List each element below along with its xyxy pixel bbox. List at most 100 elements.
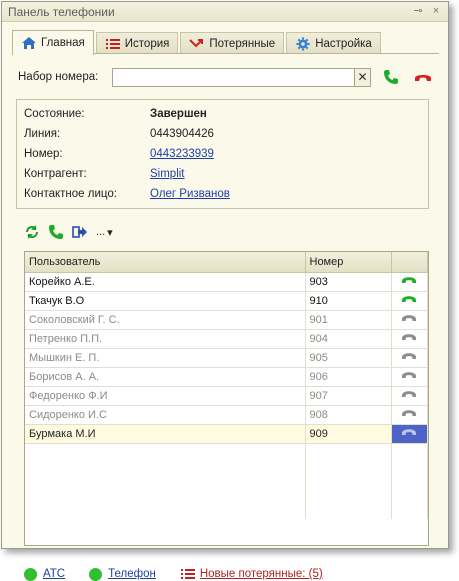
table-row[interactable]: Мышкин Е. П. 905 [25,348,428,368]
phone-status-indicator [89,567,103,581]
call-status-cell[interactable] [391,291,428,311]
ats-link[interactable]: АТС [43,568,65,580]
call-status-cell[interactable] [391,386,428,406]
number-cell[interactable]: 907 [305,386,392,406]
list-icon [105,37,121,51]
line-label: Линия: [24,128,61,140]
missed-calls-link[interactable]: Новые потерянные: (5) [200,568,323,580]
call-status-cell[interactable] [391,367,428,387]
contact-row: Контактное лицо: Олег Ризванов [24,188,230,200]
status-footer: АТС Телефон Новые потерянные: (5) [24,567,347,581]
empty-row [25,481,428,500]
phone-status: Телефон [89,567,156,581]
clear-input-button[interactable]: ✕ [355,67,371,87]
number-cell[interactable]: 910 [305,291,392,311]
user-cell[interactable]: Корейко А.Е. [25,272,306,292]
handset-icon [402,296,417,302]
handset-icon [402,372,417,378]
tab-main-label: Главная [41,37,85,49]
contact-link[interactable]: Олег Ризванов [150,188,230,200]
call-info-box: Состояние: Завершен Линия: 0443904426 Но… [16,99,429,209]
empty-cell [305,481,392,500]
refresh-icon[interactable] [24,224,40,240]
state-row: Состояние: Завершен [24,108,207,120]
column-number[interactable]: Номер [305,252,392,273]
line-value: 0443904426 [150,128,214,140]
handset-icon [402,277,417,283]
user-cell[interactable]: Мышкин Е. П. [25,348,306,368]
empty-cell [25,481,306,500]
more-actions-label: ... [96,226,106,238]
table-row[interactable]: Корейко А.Е. 903 [25,272,428,292]
call-icon [384,70,398,84]
tab-bar: Главная История Потерянные Настройка [12,30,383,55]
tab-missed[interactable]: Потерянные [180,32,285,54]
user-cell[interactable]: Ткачук В.О [25,291,306,311]
empty-cell [25,443,306,462]
users-toolbar: ... ▾ [24,224,113,240]
line-row: Линия: 0443904426 [24,128,214,140]
call-status-cell[interactable] [391,405,428,425]
call-button[interactable] [381,67,401,87]
contractor-link[interactable]: Simplit [150,168,185,180]
user-cell[interactable]: Сидоренко И.С [25,405,306,425]
call-status-cell[interactable] [391,424,428,444]
tab-history-label: История [124,37,170,50]
empty-cell [305,462,392,481]
table-row[interactable]: Бурмака М.И 909 [25,424,428,444]
table-body: Корейко А.Е. 903 Ткачук В.О 910 Соколовский … [25,272,428,519]
call-user-icon[interactable] [48,224,64,240]
column-user[interactable]: Пользователь [25,252,306,273]
empty-cell [25,500,306,519]
call-status-cell[interactable] [391,272,428,292]
tab-settings[interactable]: Настройка [286,32,381,54]
empty-row [25,462,428,481]
number-cell[interactable]: 905 [305,348,392,368]
gear-icon [295,36,311,51]
table-row[interactable]: Ткачук В.О 910 [25,291,428,311]
table-row[interactable]: Соколовский Г. С. 901 [25,310,428,330]
tab-history[interactable]: История [95,32,179,54]
user-cell[interactable]: Борисов А. А. [25,367,306,387]
empty-cell [305,500,392,519]
user-cell[interactable]: Федоренко Ф.И [25,386,306,406]
user-cell[interactable]: Петренко П.П. [25,329,306,349]
number-cell[interactable]: 909 [305,424,392,444]
hangup-button[interactable] [413,67,433,87]
dial-row: Набор номера: ✕ [18,67,433,87]
users-grid: Пользователь Номер Корейко А.Е. 903 Ткачук… [24,251,429,546]
empty-cell [305,443,392,462]
number-cell[interactable]: 908 [305,405,392,425]
transfer-icon[interactable] [72,224,88,240]
handset-icon [402,410,417,416]
state-label: Состояние: [24,108,85,120]
user-cell[interactable]: Бурмака М.И [25,424,306,444]
column-status[interactable] [391,252,428,273]
table-header-row: Пользователь Номер [25,252,428,273]
number-cell[interactable]: 906 [305,367,392,387]
number-cell[interactable]: 901 [305,310,392,330]
dial-number-input[interactable] [112,67,355,87]
call-status-cell[interactable] [391,310,428,330]
number-cell[interactable]: 903 [305,272,392,292]
user-cell[interactable]: Соколовский Г. С. [25,310,306,330]
more-actions-menu[interactable]: ... ▾ [96,226,113,239]
call-status-cell[interactable] [391,329,428,349]
table-row[interactable]: Сидоренко И.С 908 [25,405,428,425]
missed-call-icon [189,37,205,51]
handset-icon [402,391,417,397]
number-link[interactable]: 0443233939 [150,148,214,160]
table-row[interactable]: Петренко П.П. 904 [25,329,428,349]
number-cell[interactable]: 904 [305,329,392,349]
pin-icon[interactable]: ⊸ [412,6,424,18]
call-status-cell[interactable] [391,348,428,368]
main-tab-panel: Набор номера: ✕ Состояние: Завершен Лини… [12,53,439,581]
table-row[interactable]: Федоренко Ф.И 907 [25,386,428,406]
phone-link[interactable]: Телефон [108,568,156,580]
number-row: Номер: 0443233939 [24,148,214,160]
empty-cell [391,443,428,462]
close-icon[interactable]: × [430,6,442,18]
table-row[interactable]: Борисов А. А. 906 [25,367,428,387]
tab-main[interactable]: Главная [12,30,94,55]
handset-icon [402,315,417,321]
